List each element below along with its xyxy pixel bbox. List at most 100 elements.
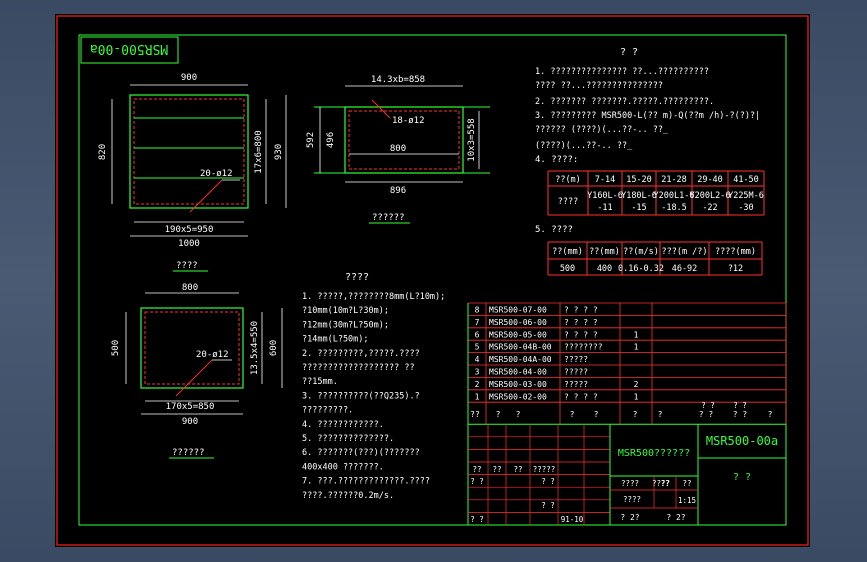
dim-label: 900: [181, 73, 197, 83]
bom-header-cell: ?: [496, 410, 501, 419]
bom-code: MSR500-02-00: [489, 392, 547, 401]
dim-label: 13.5x4=550: [250, 321, 260, 375]
drawing-sheet: [55, 14, 810, 547]
note-line: ?????? (????)(...??-.. ??_: [535, 125, 669, 135]
note-line: ?14mm(L?50m);: [302, 335, 369, 345]
tb-stage: ????: [623, 495, 641, 504]
table-cell: -15: [631, 203, 646, 213]
note-line: 2. ??????? ???????.?????.?????????.: [535, 97, 714, 107]
dim-label: 10x3=558: [467, 118, 477, 161]
bom-header-cell: ?: [594, 410, 599, 419]
view-caption: ??????: [172, 448, 205, 458]
table-header-cell: ??(m): [555, 175, 581, 185]
table-header-cell: ????(mm): [715, 247, 756, 257]
bom-name: ? ? ? ?: [564, 306, 598, 315]
table-header-cell: ???(m /?): [661, 247, 707, 257]
tb-sheet-label: ??: [660, 479, 669, 488]
tb-label: ??: [472, 465, 481, 474]
tb-sign-label: ? ?: [541, 501, 555, 510]
dim-label: 17x6=800: [254, 130, 264, 173]
bom-header-cell: ?: [516, 410, 521, 419]
tb-sign-label: ? ?: [470, 477, 484, 486]
callout-label: 18-ø12: [392, 116, 425, 126]
bom-qty: 2: [634, 380, 639, 389]
company-name: ? ?: [733, 472, 751, 483]
note-line: 3. ??????????(??Q235).?: [302, 391, 420, 401]
notes-item: 4. ????:: [535, 155, 578, 165]
bom-qty: 1: [634, 330, 639, 339]
note-line: ?12mm(30m?L?50m);: [302, 320, 389, 330]
tb-sheet: ? 2?: [620, 513, 639, 522]
bom-code: MSR500-03-00: [489, 380, 547, 389]
tb-date: 91-10: [561, 515, 584, 524]
tb-scale: 1:15: [678, 496, 696, 505]
tb-sheet: ? 2?: [666, 513, 685, 522]
callout-label: 20-ø12: [200, 169, 233, 179]
bom-header-cell: ??: [470, 410, 480, 419]
dim-label: 1000: [178, 239, 200, 249]
notes-heading: ? ?: [620, 47, 638, 58]
note-line: 4. ????????????.: [302, 420, 384, 430]
bom-no: 4: [475, 355, 480, 364]
callout-label: 20-ø12: [196, 350, 229, 360]
bom-code: MSR500-05-00: [489, 330, 547, 339]
bom-name: ? ? ? ?: [564, 392, 598, 401]
bom-no: 5: [475, 343, 480, 352]
dim-label: 496: [326, 132, 336, 148]
table-cell: Y180L-6: [621, 191, 657, 201]
dim-label: 592: [306, 132, 316, 148]
dim-label: 820: [98, 144, 108, 160]
bom-header-cell: ?: [768, 410, 773, 419]
note-line: 6. ???????(???)(???????: [302, 448, 420, 458]
tb-label: ????: [621, 479, 639, 488]
bom-name: ????????: [564, 343, 603, 352]
note-line: ????.??????0.2m/s.: [302, 491, 394, 501]
dim-label: 500: [111, 340, 121, 356]
table-cell: 0.16-0.32: [618, 264, 664, 274]
bom-header-cell: ?: [633, 410, 638, 419]
bom-name: ? ? ? ?: [564, 330, 598, 339]
dim-label: 170x5=850: [166, 402, 215, 412]
bom-no: 8: [475, 306, 480, 315]
table-cell: Y200L1-6: [654, 191, 695, 201]
bom-header-cell: ? ?: [701, 401, 715, 410]
note-line: 400x400 ???????.: [302, 462, 384, 472]
table-header-cell: ??(mm): [552, 247, 583, 257]
bom-qty: 1: [634, 392, 639, 401]
note-line: ??15mm.: [302, 377, 338, 387]
bom-code: MSR500-04-00: [489, 368, 547, 377]
notes-heading: ????: [345, 272, 369, 283]
table-row-label: ????: [558, 197, 578, 207]
drawing-name: MSR500??????: [618, 448, 690, 459]
bom-code: MSR500-04A-00: [489, 355, 552, 364]
note-line: 3. ????????? MSR500-L(?? m)-Q(??m /h)-?(…: [535, 111, 760, 121]
table-cell: 500: [560, 264, 575, 274]
bom-header-cell: ?: [658, 410, 663, 419]
table-cell: -30: [738, 203, 753, 213]
bom-code: MSR500-06-00: [489, 318, 547, 327]
table-header-cell: 21-28: [661, 175, 687, 185]
note-line: ?????????.: [302, 406, 353, 416]
note-line: 5. ??????????????.: [302, 434, 394, 444]
note-line: 1. ?????,????????8mm(L?10m);: [302, 292, 445, 302]
bom-no: 6: [475, 330, 480, 339]
bom-name: ?????: [564, 380, 588, 389]
table-cell: 400: [597, 264, 612, 274]
bom-no: 2: [475, 380, 480, 389]
table-header-cell: 41-50: [733, 175, 759, 185]
bom-name: ?????: [564, 368, 588, 377]
table-cell: Y160L-6: [587, 191, 623, 201]
note-line: ???? ??...???????????????: [535, 81, 663, 91]
bom-qty: 1: [634, 343, 639, 352]
table-header-cell: ??(m/s): [623, 247, 659, 257]
table-header-cell: ??(mm): [589, 247, 620, 257]
table-cell: -11: [597, 203, 612, 213]
table-header-cell: 29-40: [697, 175, 723, 185]
view-caption: ??????: [372, 213, 405, 223]
tb-label: ?????: [533, 465, 556, 474]
table-cell: -22: [702, 203, 717, 213]
table-header-cell: 7-14: [595, 175, 615, 185]
tb-sign-label: ? ?: [541, 477, 555, 486]
bom-name: ?????: [564, 355, 588, 364]
note-line: ?10mm(10m?L?30m);: [302, 306, 389, 316]
